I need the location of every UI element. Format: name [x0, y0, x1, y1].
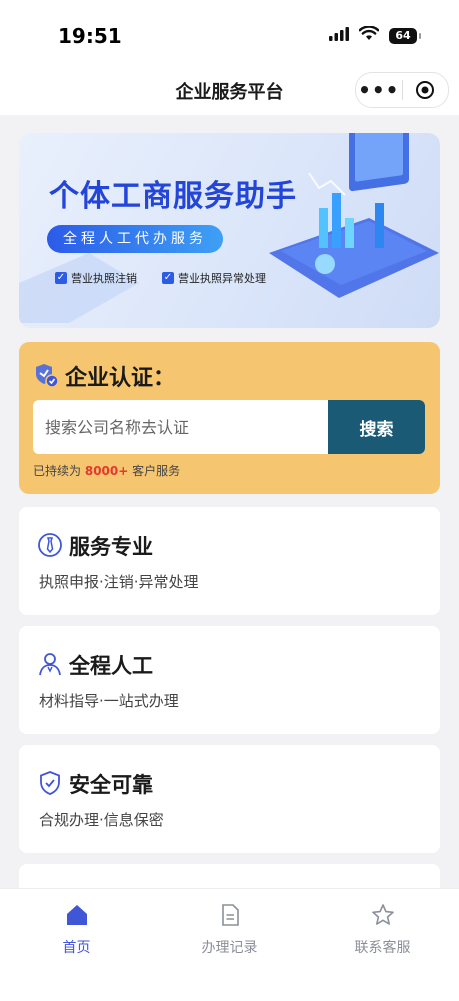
- promo-banner[interactable]: 个体工商服务助手 全程人工代办服务 ✓ 营业执照注销 ✓ 营业执照异常处理: [19, 133, 440, 328]
- search-box: 搜索: [33, 400, 425, 454]
- shield-check-icon: [37, 770, 63, 796]
- feature-card-manual[interactable]: 全程人工 材料指导·一站式办理: [19, 626, 440, 734]
- wifi-icon: [358, 25, 380, 45]
- customer-count: 8000+: [84, 464, 129, 478]
- person-icon: [37, 651, 63, 677]
- enterprise-auth-card: 企业认证： 搜索 已持续为 8000+ 客户服务: [19, 342, 440, 494]
- tab-support[interactable]: 联系客服: [306, 889, 459, 1001]
- banner-check-label: 营业执照异常处理: [178, 272, 266, 285]
- feature-title: 服务专业: [69, 535, 153, 559]
- note-prefix: 已持续为: [33, 464, 82, 478]
- home-icon: [65, 903, 89, 931]
- battery-icon: 64: [389, 27, 421, 44]
- company-search-input[interactable]: [33, 400, 327, 454]
- checkbox-icon: ✓: [55, 272, 67, 284]
- feature-title: 安全可靠: [69, 773, 153, 797]
- auth-title: 企业认证：: [65, 366, 176, 391]
- tab-home[interactable]: 首页: [0, 889, 153, 1001]
- target-icon[interactable]: [403, 80, 449, 100]
- more-dots-icon[interactable]: •••: [356, 80, 402, 100]
- banner-service-pill: 全程人工代办服务: [47, 225, 223, 253]
- tab-records[interactable]: 办理记录: [153, 889, 306, 1001]
- status-icons: 64: [329, 25, 421, 45]
- shield-badge-icon: [33, 362, 59, 392]
- feature-card-secure[interactable]: 安全可靠 合规办理·信息保密: [19, 745, 440, 853]
- note-suffix: 客户服务: [132, 464, 181, 478]
- feature-subtitle: 合规办理·信息保密: [39, 811, 164, 829]
- feature-card-professional[interactable]: 服务专业 执照申报·注销·异常处理: [19, 507, 440, 615]
- document-icon: [218, 903, 242, 931]
- search-button[interactable]: 搜索: [328, 400, 425, 454]
- banner-title: 个体工商服务助手: [49, 179, 297, 214]
- tie-badge-icon: [37, 532, 63, 558]
- customer-count-note: 已持续为 8000+ 客户服务: [33, 462, 180, 479]
- feature-subtitle: 材料指导·一站式办理: [39, 692, 179, 710]
- banner-check-item: ✓ 营业执照异常处理: [162, 270, 266, 286]
- bottom-tab-bar: 首页 办理记录 联系客服: [0, 888, 459, 1001]
- banner-check-item: ✓ 营业执照注销: [55, 270, 137, 286]
- mini-program-capsule: •••: [355, 72, 449, 108]
- banner-check-label: 营业执照注销: [71, 272, 137, 285]
- status-bar: 19:51 64: [0, 0, 459, 70]
- star-icon: [371, 903, 395, 931]
- feature-subtitle: 执照申报·注销·异常处理: [39, 573, 199, 591]
- tab-label: 办理记录: [201, 940, 258, 956]
- checkbox-icon: ✓: [162, 272, 174, 284]
- feature-title: 全程人工: [69, 654, 153, 678]
- tab-label: 首页: [62, 940, 91, 956]
- navigation-bar: 企业服务平台 •••: [0, 70, 459, 115]
- tab-label: 联系客服: [354, 940, 411, 956]
- signal-icon: [329, 26, 349, 45]
- status-time: 19:51: [58, 24, 122, 48]
